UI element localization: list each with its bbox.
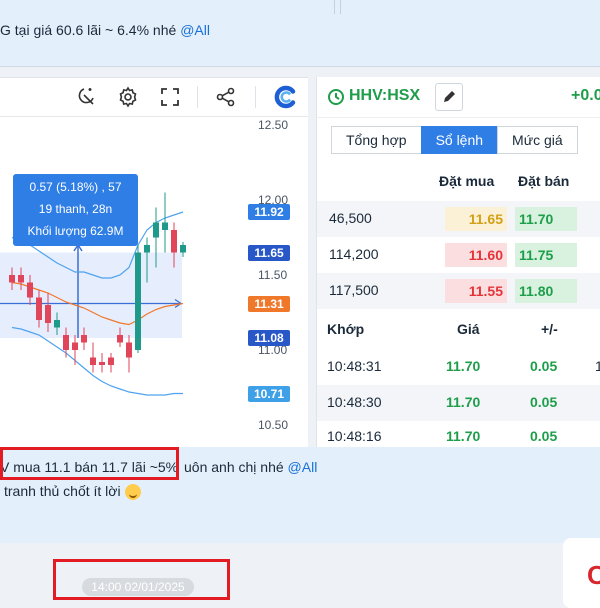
pencil-icon	[444, 91, 455, 102]
price-change: +0.0	[571, 87, 600, 104]
y-tick-label: 10.50	[258, 418, 289, 432]
orderbook-row[interactable]: 46,500 11.65 11.70	[317, 201, 600, 237]
bid-price[interactable]: 11.55	[445, 279, 507, 303]
candle-body	[180, 245, 186, 253]
bid-volume: 114,200	[329, 246, 379, 262]
header-ask: Đặt bán	[518, 173, 570, 189]
trade-time: 10:48:31	[327, 358, 382, 374]
candle-body	[81, 335, 87, 343]
price-tag: 11.65	[248, 244, 290, 261]
candle-tooltip: 0.57 (5.18%) , 57 19 thanh, 28n Khối lượ…	[13, 174, 138, 246]
candle-body	[63, 335, 69, 350]
trade-time: 10:48:16	[327, 428, 382, 444]
candle-body	[18, 275, 24, 283]
trade-price: 11.70	[446, 358, 481, 374]
chat-message-text: G tại giá 60.6 lãi ~ 6.4% nhé @All	[0, 22, 210, 38]
fullscreen-icon[interactable]	[158, 85, 182, 109]
candle-body	[27, 282, 33, 298]
toolbar-separator	[255, 86, 256, 108]
tab-orderbook[interactable]: Sổ lệnh	[420, 126, 499, 154]
red-highlight-box	[53, 559, 230, 600]
candle-body	[162, 222, 168, 230]
orderbook-row[interactable]: 114,200 11.60 11.75	[317, 237, 600, 273]
candle-body	[126, 342, 132, 358]
orderbook-row[interactable]: 117,500 11.55 11.80	[317, 273, 600, 309]
tooltip-change: 0.57 (5.18%) , 57	[29, 180, 122, 194]
bid-volume: 46,500	[329, 210, 372, 226]
price-tag: 10.71	[248, 385, 290, 402]
bid-price[interactable]: 11.60	[445, 243, 507, 267]
header-bid: Đặt mua	[439, 173, 495, 189]
message-body: tranh thủ chốt ít lời	[4, 483, 121, 499]
candle-body	[36, 297, 42, 320]
ask-price[interactable]: 11.70	[515, 207, 577, 231]
candle-body	[54, 320, 60, 328]
candle-body	[135, 252, 141, 350]
trade-price: 11.70	[446, 394, 481, 410]
price-tag: 11.08	[248, 330, 290, 346]
tooltip-volume: Khối lượng 62.9M	[27, 224, 124, 238]
candle-body	[153, 222, 159, 238]
share-icon[interactable]	[214, 85, 238, 109]
gear-icon[interactable]	[116, 85, 140, 109]
chat-message-top: G tại giá 60.6 lãi ~ 6.4% nhé @All	[0, 0, 600, 67]
candle-body	[45, 305, 51, 323]
message-body: G tại giá 60.6 lãi ~ 6.4% nhé	[0, 22, 177, 38]
ask-price[interactable]: 11.80	[515, 279, 577, 303]
brand-c-icon[interactable]	[273, 85, 297, 109]
header-match-time: Khớp	[327, 321, 365, 337]
candle-body	[99, 362, 105, 365]
candle-body	[144, 245, 150, 253]
mention-all[interactable]: @All	[288, 459, 318, 475]
chart-toolbar	[0, 78, 308, 117]
chart-panel[interactable]: 12.50 12.00 11.50 11.00 10.50 11.92 11.65 11.31…	[0, 77, 308, 448]
trade-row: 10:48:30 11.70 0.05	[317, 385, 600, 421]
trade-change: 0.05	[530, 358, 558, 374]
price-axis: 12.50 12.00 11.50 11.00 10.50 11.92 11.65 11.31…	[248, 117, 308, 448]
candle-body	[90, 357, 96, 365]
ask-price[interactable]: 11.75	[515, 243, 577, 267]
message-line-2: tranh thủ chốt ít lời	[4, 483, 141, 501]
clock-icon	[328, 89, 344, 105]
trade-change: 0.05	[530, 428, 558, 444]
trade-row: 10:48:31 11.70 0.05 1	[317, 349, 600, 385]
quote-header: HHV:HSX +0.0	[317, 77, 600, 118]
red-highlight-box	[0, 447, 179, 480]
tab-summary[interactable]: Tổng hợp	[331, 126, 422, 154]
trade-row: 10:48:16 11.70 0.05	[317, 421, 600, 447]
mention-all[interactable]: @All	[180, 22, 210, 38]
candlestick-chart[interactable]	[0, 117, 250, 448]
candle-body	[108, 357, 114, 365]
card-letter: C	[587, 560, 600, 590]
bid-volume: 117,500	[329, 282, 379, 298]
tab-price-levels[interactable]: Mức giá	[497, 126, 578, 154]
candle-body	[171, 230, 177, 253]
candle-body	[72, 342, 78, 350]
edit-symbol-button[interactable]	[435, 83, 463, 111]
trade-change: 0.05	[530, 394, 558, 410]
trade-price: 11.70	[446, 428, 481, 444]
divider	[334, 0, 335, 14]
sticker-card[interactable]: C	[563, 538, 600, 608]
header-match-change: +/-	[541, 321, 558, 337]
candle-body	[9, 275, 15, 283]
toolbar-separator	[197, 86, 198, 108]
quote-panel: HHV:HSX +0.0 Tổng hợp Sổ lệnh Mức giá Đặ…	[316, 77, 600, 447]
price-tag: 11.92	[248, 204, 290, 220]
trade-time: 10:48:30	[327, 394, 382, 410]
tooltip-bars: 19 thanh, 28n	[38, 202, 113, 216]
trade-volume-clipped: 1	[595, 358, 600, 374]
divider	[340, 0, 341, 14]
y-tick-label: 11.50	[258, 268, 288, 282]
price-tag: 11.31	[248, 295, 290, 312]
magic-wand-icon[interactable]	[74, 85, 98, 109]
bid-price[interactable]: 11.65	[445, 207, 507, 231]
panel-tabs: Tổng hợp Sổ lệnh Mức giá	[331, 126, 578, 154]
y-tick-label: 12.50	[258, 118, 289, 132]
header-match-price: Giá	[457, 321, 480, 337]
message-body: uôn anh chị nhé	[184, 459, 284, 475]
smiley-emoji-icon	[124, 484, 141, 501]
symbol-label[interactable]: HHV:HSX	[349, 87, 420, 105]
candle-body	[117, 335, 123, 343]
